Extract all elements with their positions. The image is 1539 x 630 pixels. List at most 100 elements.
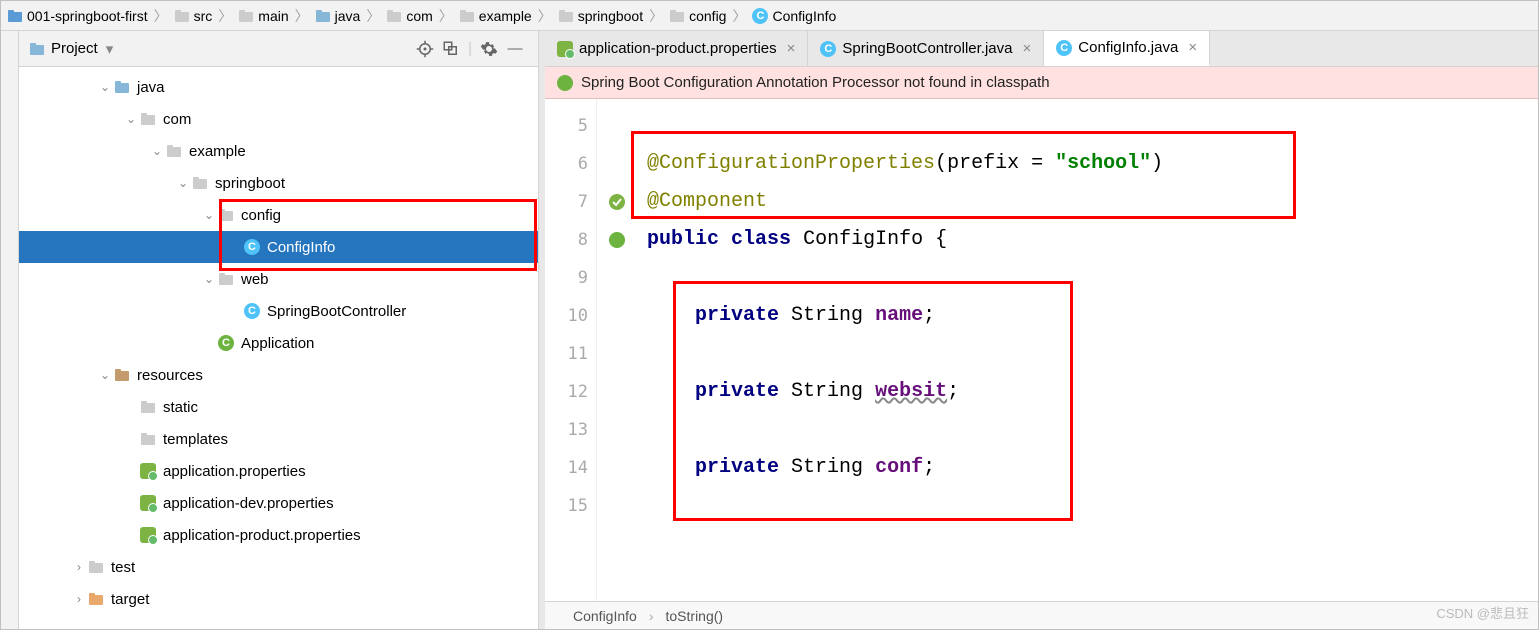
prop-icon [139, 495, 157, 511]
breadcrumb-item[interactable]: springboot [556, 8, 645, 24]
tree-row[interactable]: ⌄ resources [19, 359, 538, 391]
editor-tabs: application-product.properties×CSpringBo… [545, 31, 1538, 67]
tree-row[interactable]: ⌄ example [19, 135, 538, 167]
tree-label: config [241, 207, 281, 224]
spring-gutter-icon [608, 193, 626, 211]
tree-label: Application [241, 335, 314, 352]
tree-row[interactable]: application-product.properties [19, 519, 538, 551]
tree-row[interactable]: ⌄ springboot [19, 167, 538, 199]
line-gutter: 56789101112131415 [545, 99, 597, 601]
breadcrumb: 001-springboot-first〉 src〉 main〉 java〉 c… [1, 1, 1538, 31]
tree-row[interactable]: application-dev.properties [19, 487, 538, 519]
pkg-icon [217, 271, 235, 287]
pkg-icon [217, 207, 235, 223]
tree-row[interactable]: static [19, 391, 538, 423]
tree-twisty[interactable]: ⌄ [201, 272, 217, 286]
tree-twisty[interactable]: › [71, 592, 87, 606]
project-tree[interactable]: ⌄ java ⌄ com ⌄ example ⌄ springboot ⌄ config C Conf… [19, 67, 538, 629]
folder-target-icon [87, 591, 105, 607]
editor-status-bar: ConfigInfo › toString() [545, 601, 1538, 629]
tree-row[interactable]: › target [19, 583, 538, 615]
editor-tab[interactable]: application-product.properties× [545, 31, 808, 66]
tree-row[interactable]: ⌄ com [19, 103, 538, 135]
status-class[interactable]: ConfigInfo [573, 608, 637, 624]
breadcrumb-item[interactable]: 001-springboot-first [5, 8, 150, 24]
folder-src-icon [113, 79, 131, 95]
tree-row[interactable]: › test [19, 551, 538, 583]
gear-icon[interactable] [476, 36, 502, 62]
tree-label: static [163, 399, 198, 416]
tree-row[interactable]: ⌄ web [19, 263, 538, 295]
tree-twisty[interactable]: ⌄ [123, 112, 139, 126]
tree-label: java [137, 79, 165, 96]
spring-icon [557, 75, 573, 91]
tree-label: web [241, 271, 269, 288]
project-panel: Project ▾ | — ⌄ java ⌄ com ⌄ example ⌄ springbo… [19, 31, 539, 629]
left-tool-rail [1, 31, 19, 629]
tree-twisty[interactable]: ⌄ [97, 80, 113, 94]
tree-label: target [111, 591, 149, 608]
code-body[interactable]: @ConfigurationProperties(prefix = "schoo… [637, 99, 1538, 601]
project-panel-title[interactable]: Project [51, 40, 98, 57]
tree-twisty[interactable]: ⌄ [175, 176, 191, 190]
close-icon[interactable]: × [1188, 39, 1197, 56]
tree-twisty[interactable]: › [71, 560, 87, 574]
code-editor[interactable]: 56789101112131415 @ConfigurationProperti… [545, 99, 1538, 601]
pkg-icon [139, 111, 157, 127]
tree-label: resources [137, 367, 203, 384]
warning-banner-text: Spring Boot Configuration Annotation Pro… [581, 74, 1050, 91]
tree-label: example [189, 143, 246, 160]
tree-row[interactable]: C Application [19, 327, 538, 359]
project-panel-header: Project ▾ | — [19, 31, 538, 67]
class-icon: C [243, 303, 261, 319]
tree-label: templates [163, 431, 228, 448]
folder-icon [139, 431, 157, 447]
spring-gutter-icon [608, 231, 626, 249]
breadcrumb-item[interactable]: example [457, 8, 534, 24]
breadcrumb-item[interactable]: src [172, 8, 215, 24]
tree-label: com [163, 111, 191, 128]
close-icon[interactable]: × [1023, 40, 1032, 57]
close-icon[interactable]: × [787, 40, 796, 57]
collapse-all-icon[interactable] [438, 36, 464, 62]
tree-row[interactable]: ⌄ java [19, 71, 538, 103]
tree-twisty[interactable]: ⌄ [201, 208, 217, 222]
prop-icon [139, 463, 157, 479]
status-method[interactable]: toString() [666, 608, 724, 624]
breadcrumb-item[interactable]: main [236, 8, 290, 24]
tree-label: ConfigInfo [267, 239, 335, 256]
prop-icon [139, 527, 157, 543]
watermark: CSDN @悲且狂 [1436, 603, 1529, 622]
editor-tab[interactable]: CConfigInfo.java× [1044, 31, 1210, 66]
locate-icon[interactable] [412, 36, 438, 62]
gutter-marks [597, 99, 637, 601]
tree-label: application.properties [163, 463, 306, 480]
editor-area: application-product.properties×CSpringBo… [539, 31, 1538, 629]
tree-row[interactable]: CSpringBootController [19, 295, 538, 327]
tree-label: springboot [215, 175, 285, 192]
class-icon: C [243, 239, 261, 255]
tree-label: application-product.properties [163, 527, 361, 544]
tree-row[interactable]: C ConfigInfo [19, 231, 538, 263]
dropdown-icon[interactable]: ▾ [106, 40, 114, 58]
spring-class-icon: C [217, 335, 235, 351]
tree-label: test [111, 559, 135, 576]
warning-banner: Spring Boot Configuration Annotation Pro… [545, 67, 1538, 99]
tree-row[interactable]: ⌄ config [19, 199, 538, 231]
breadcrumb-item[interactable]: com [384, 8, 434, 24]
tree-label: application-dev.properties [163, 495, 334, 512]
tree-row[interactable]: templates [19, 423, 538, 455]
pkg-icon [165, 143, 183, 159]
folder-res-icon [113, 367, 131, 383]
tree-row[interactable]: application.properties [19, 455, 538, 487]
minimize-icon[interactable]: — [502, 36, 528, 62]
tree-twisty[interactable]: ⌄ [149, 144, 165, 158]
breadcrumb-item[interactable]: C ConfigInfo [750, 8, 838, 24]
tree-twisty[interactable]: ⌄ [97, 368, 113, 382]
folder-icon [87, 559, 105, 575]
breadcrumb-item[interactable]: java [313, 8, 363, 24]
pkg-icon [191, 175, 209, 191]
editor-tab[interactable]: CSpringBootController.java× [808, 31, 1044, 66]
folder-icon [139, 399, 157, 415]
breadcrumb-item[interactable]: config [667, 8, 728, 24]
